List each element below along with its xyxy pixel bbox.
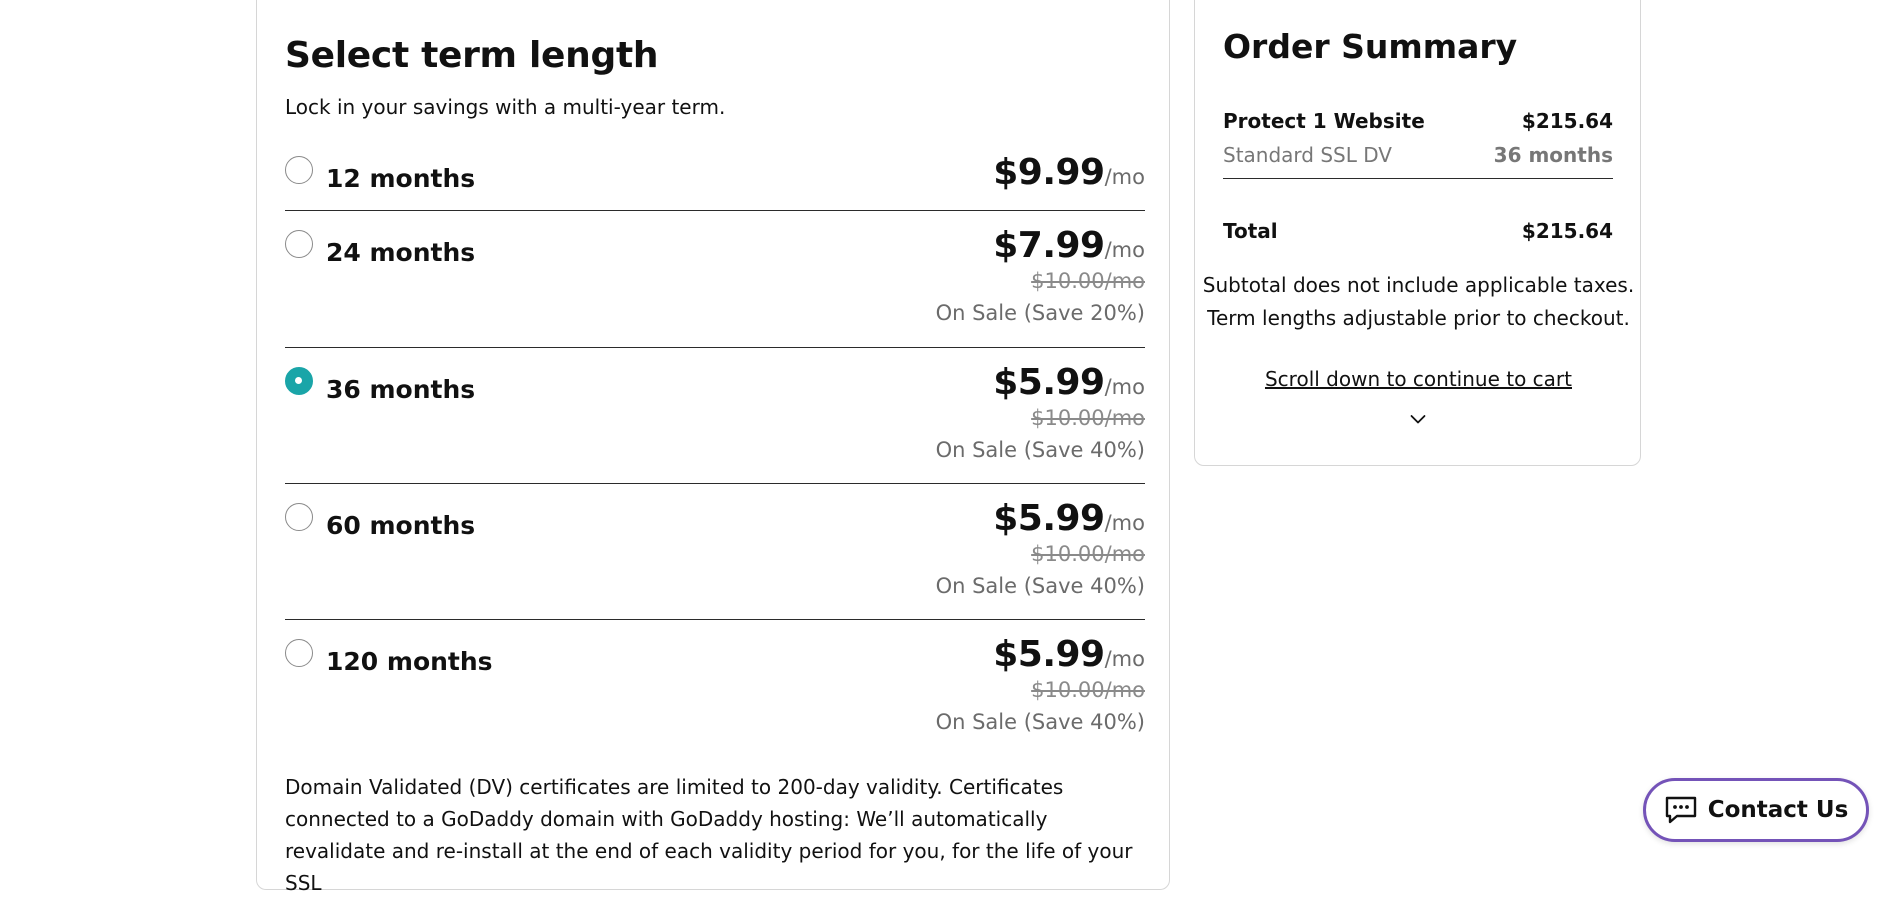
price-unit: /mo: [1104, 238, 1145, 262]
total-label: Total: [1223, 219, 1278, 243]
price-unit: /mo: [1104, 647, 1145, 671]
radio-60-months[interactable]: [285, 503, 313, 531]
price-per-month: $5.99: [993, 498, 1105, 539]
price-unit: /mo: [1104, 165, 1145, 189]
original-price: $10.00/mo: [1031, 269, 1145, 293]
price-block: $5.99/mo $10.00/mo On Sale (Save 40%): [936, 498, 1145, 603]
term-option-36-months[interactable]: 36 months $5.99/mo $10.00/mo On Sale (Sa…: [285, 349, 1145, 484]
term-length-card: Select term length Lock in your savings …: [256, 0, 1170, 895]
term-length-subtitle: Lock in your savings with a multi-year t…: [285, 95, 726, 119]
order-summary-title: Order Summary: [1223, 27, 1518, 66]
sale-badge: On Sale (Save 40%): [935, 438, 1145, 462]
term-option-120-months[interactable]: 120 months $5.99/mo $10.00/mo On Sale (S…: [285, 621, 1145, 756]
original-price: $10.00/mo: [1031, 678, 1145, 702]
total-value: $215.64: [1521, 219, 1613, 243]
sale-badge: On Sale (Save 20%): [935, 301, 1145, 325]
price-unit: /mo: [1104, 511, 1145, 535]
price-block: $5.99/mo $10.00/mo On Sale (Save 40%): [936, 362, 1145, 467]
summary-total-row: Total $215.64: [1223, 219, 1613, 243]
price-block: $9.99/mo: [993, 152, 1145, 193]
sale-badge: On Sale (Save 40%): [935, 710, 1145, 734]
summary-divider: [1223, 178, 1613, 179]
price-block: $7.99/mo $10.00/mo On Sale (Save 20%): [936, 225, 1145, 330]
term-option-24-months[interactable]: 24 months $7.99/mo $10.00/mo On Sale (Sa…: [285, 212, 1145, 348]
price-per-month: $9.99: [993, 152, 1105, 193]
radio-36-months-selected[interactable]: [285, 367, 313, 395]
price-per-month: $7.99: [993, 225, 1105, 266]
scroll-to-cart-link[interactable]: Scroll down to continue to cart: [1195, 367, 1642, 391]
term-option-label: 120 months: [326, 647, 493, 676]
term-option-label: 24 months: [326, 238, 476, 267]
summary-product-row: Protect 1 Website $215.64: [1223, 109, 1613, 133]
contact-us-button[interactable]: Contact Us: [1643, 778, 1869, 842]
term-option-60-months[interactable]: 60 months $5.99/mo $10.00/mo On Sale (Sa…: [285, 485, 1145, 620]
contact-us-label: Contact Us: [1707, 797, 1849, 823]
term-length-title: Select term length: [285, 35, 659, 76]
radio-24-months[interactable]: [285, 230, 313, 258]
original-price: $10.00/mo: [1031, 542, 1145, 566]
summary-note: Subtotal does not include applicable tax…: [1195, 269, 1642, 335]
term-option-12-months[interactable]: 12 months $9.99/mo: [285, 151, 1145, 211]
original-price: $10.00/mo: [1031, 406, 1145, 430]
chevron-down-icon[interactable]: [1410, 411, 1426, 427]
tax-note: Subtotal does not include applicable tax…: [1202, 273, 1635, 297]
dv-validity-disclaimer: Domain Validated (DV) certificates are l…: [285, 775, 1133, 895]
product-term: 36 months: [1493, 143, 1613, 167]
product-price: $215.64: [1521, 109, 1613, 133]
price-per-month: $5.99: [993, 634, 1105, 675]
term-option-label: 12 months: [326, 164, 476, 193]
radio-12-months[interactable]: [285, 156, 313, 184]
sale-badge: On Sale (Save 40%): [935, 574, 1145, 598]
price-per-month: $5.99: [993, 362, 1105, 403]
term-adjust-note: Term lengths adjustable prior to checkou…: [1207, 306, 1630, 330]
chat-icon: [1665, 796, 1696, 824]
product-plan: Standard SSL DV: [1223, 143, 1392, 167]
summary-plan-row: Standard SSL DV 36 months: [1223, 143, 1613, 167]
product-name: Protect 1 Website: [1223, 109, 1425, 133]
term-option-label: 36 months: [326, 375, 476, 404]
term-option-label: 60 months: [326, 511, 476, 540]
price-block: $5.99/mo $10.00/mo On Sale (Save 40%): [936, 634, 1145, 739]
radio-120-months[interactable]: [285, 639, 313, 667]
order-summary-card: Order Summary Protect 1 Website $215.64 …: [1194, 0, 1641, 466]
price-unit: /mo: [1104, 375, 1145, 399]
